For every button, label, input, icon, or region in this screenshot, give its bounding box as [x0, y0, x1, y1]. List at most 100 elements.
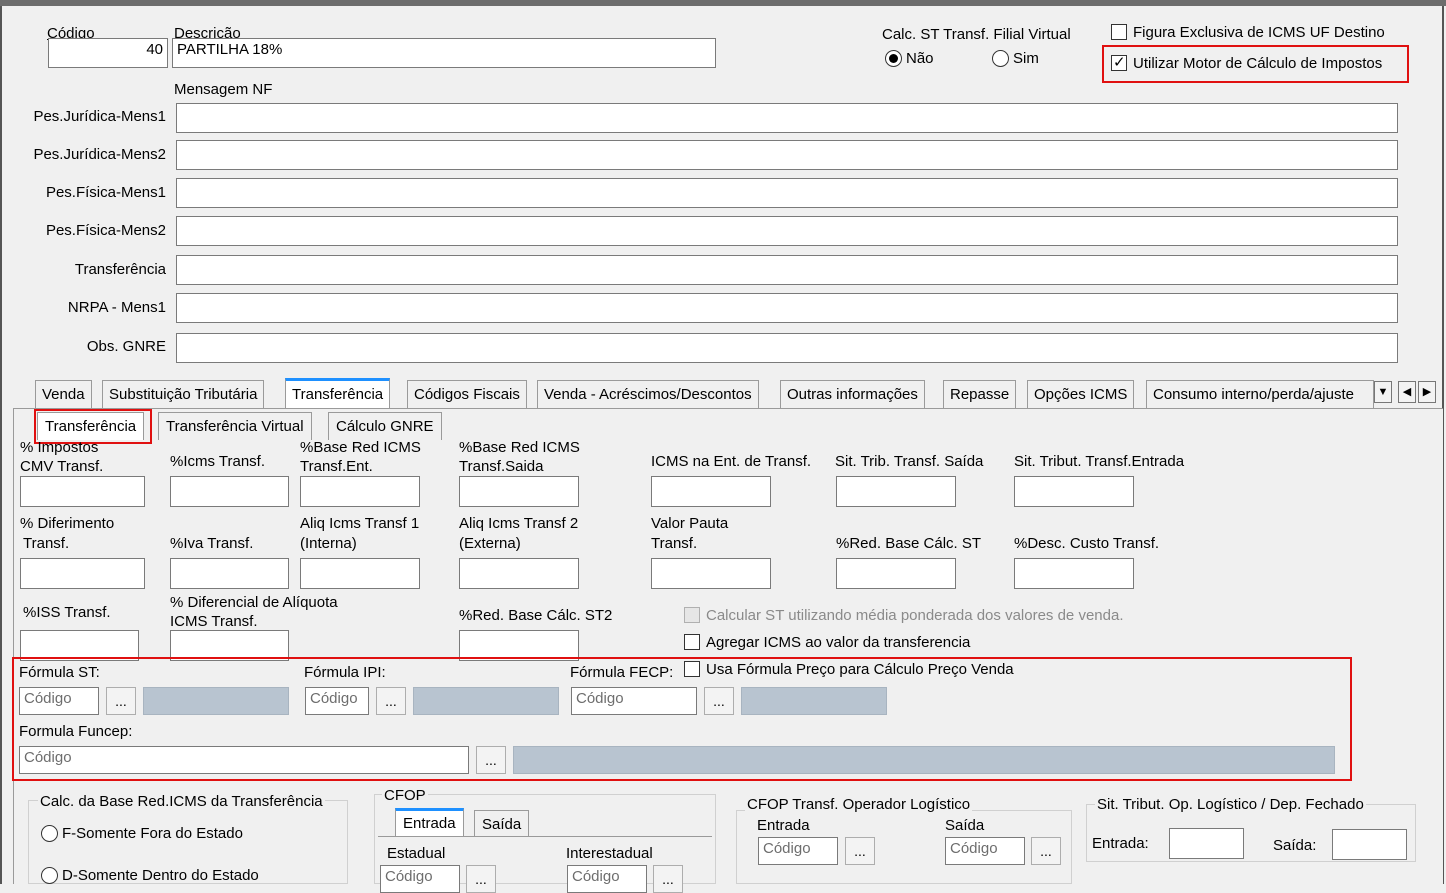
formula-ipi-description [413, 687, 559, 715]
codigo-input[interactable]: 40 [48, 38, 168, 68]
formula-st-lookup-button[interactable]: ... [106, 687, 136, 715]
message-label: Obs. GNRE [86, 338, 166, 355]
valor-pauta-label-2: Transf. [651, 535, 698, 552]
cfop-logistico-saida-lookup-button[interactable]: ... [1031, 837, 1061, 865]
tab-scroll-left-icon[interactable]: ◀ [1398, 381, 1416, 403]
message-input[interactable] [176, 255, 1398, 285]
subtab-transferencia-virtual[interactable]: Transferência Virtual [158, 412, 312, 440]
subtab-calculo-gnre[interactable]: Cálculo GNRE [328, 412, 442, 440]
tab-codigos-fiscais[interactable]: Códigos Fiscais [407, 380, 527, 408]
sit-trib-entrada-label: Sit. Tribut. Transf.Entrada [1014, 453, 1185, 470]
sit-trib-saida-log-label: Saída: [1273, 837, 1317, 854]
figura-exclusiva-checkbox[interactable] [1111, 24, 1127, 40]
formula-funcep-code-input[interactable]: Código [19, 746, 469, 774]
aliq-1-label-2: (Interna) [300, 535, 357, 552]
formula-st-label: Fórmula ST: [19, 664, 100, 681]
tab-outras-informacoes[interactable]: Outras informações [780, 380, 925, 408]
radio-sim[interactable] [992, 50, 1009, 67]
tab-venda-acrescimos[interactable]: Venda - Acréscimos/Descontos [537, 380, 759, 408]
sit-trib-entrada-input[interactable] [1014, 476, 1134, 507]
tab-consumo-interno[interactable]: Consumo interno/perda/ajuste [1146, 380, 1374, 408]
formula-ipi-label: Fórmula IPI: [304, 664, 386, 681]
cfop-title: CFOP [382, 786, 428, 805]
cfop-logistico-saida-label: Saída [945, 817, 985, 834]
base-red-ent-input[interactable] [300, 476, 420, 507]
tab-substituicao-tributaria[interactable]: Substituição Tributária [102, 380, 265, 408]
tab-dropdown-icon[interactable]: ▼ [1374, 381, 1392, 403]
impostos-cmv-label: % Impostos [20, 439, 99, 456]
message-input[interactable] [176, 103, 1398, 133]
formula-ipi-lookup-button[interactable]: ... [376, 687, 406, 715]
red-base-st2-label: %Red. Base Cálc. ST2 [459, 607, 613, 624]
diferimento-input[interactable] [20, 558, 145, 589]
valor-pauta-input[interactable] [651, 558, 771, 589]
cfop-logistico-saida-input[interactable]: Código [945, 837, 1025, 865]
cfop-interestadual-lookup-button[interactable]: ... [653, 865, 683, 893]
radio-nao[interactable] [885, 50, 902, 67]
cfop-tab-saida[interactable]: Saída [474, 810, 530, 836]
formula-ipi-code-input[interactable]: Código [305, 687, 369, 715]
message-input[interactable] [176, 216, 1398, 246]
impostos-cmv-input[interactable] [20, 476, 145, 507]
red-base-st-label: %Red. Base Cálc. ST [836, 535, 982, 552]
cfop-logistico-title: CFOP Transf. Operador Logístico [745, 795, 973, 814]
sit-trib-saida-input[interactable] [836, 476, 956, 507]
formula-fecp-lookup-button[interactable]: ... [704, 687, 734, 715]
calc-st-media-checkbox[interactable] [684, 607, 700, 623]
aliq-2-input[interactable] [459, 558, 579, 589]
formula-fecp-description [741, 687, 887, 715]
cfop-logistico-entrada-lookup-button[interactable]: ... [845, 837, 875, 865]
tab-transferencia[interactable]: Transferência [285, 378, 391, 410]
tab-venda[interactable]: Venda [35, 380, 92, 408]
radio-fora-estado[interactable] [41, 825, 58, 842]
calc-st-media-label: Calcular ST utilizando média ponderada d… [706, 607, 1124, 624]
cfop-estadual-lookup-button[interactable]: ... [466, 865, 496, 893]
figura-exclusiva-label: Figura Exclusiva de ICMS UF Destino [1133, 24, 1385, 41]
sit-trib-saida-label: Sit. Trib. Transf. Saída [835, 453, 984, 470]
formula-st-description [143, 687, 289, 715]
tab-repasse[interactable]: Repasse [943, 380, 1017, 408]
message-input[interactable] [176, 140, 1398, 170]
cfop-logistico-entrada-label: Entrada [757, 817, 810, 834]
base-red-ent-label-2: Transf.Ent. [300, 458, 373, 475]
formula-st-code-input[interactable]: Código [19, 687, 99, 715]
dif-aliq-label: % Diferencial de Alíquota [170, 594, 338, 611]
icms-transf-label: %Icms Transf. [170, 453, 266, 470]
icms-transf-input[interactable] [170, 476, 289, 507]
agregar-icms-label: Agregar ICMS ao valor da transferencia [706, 634, 971, 651]
icms-ent-transf-input[interactable] [651, 476, 771, 507]
message-input[interactable] [176, 333, 1398, 363]
message-label: Pes.Jurídica-Mens1 [33, 108, 166, 125]
base-red-saida-label: %Base Red ICMS [459, 439, 580, 456]
tab-opcoes-icms[interactable]: Opções ICMS [1027, 380, 1135, 408]
desc-custo-input[interactable] [1014, 558, 1134, 589]
red-base-st-input[interactable] [836, 558, 956, 589]
aliq-2-label-2: (Externa) [459, 535, 521, 552]
cfop-logistico-entrada-input[interactable]: Código [758, 837, 838, 865]
message-label: Transferência [74, 261, 166, 278]
radio-dentro-estado[interactable] [41, 867, 58, 884]
desc-custo-label: %Desc. Custo Transf. [1014, 535, 1160, 552]
cfop-interestadual-input[interactable]: Código [567, 865, 647, 893]
base-red-saida-input[interactable] [459, 476, 579, 507]
base-red-saida-label-2: Transf.Saida [459, 458, 544, 475]
descricao-input[interactable]: PARTILHA 18% [172, 38, 716, 68]
message-input[interactable] [176, 293, 1398, 323]
calc-base-title: Calc. da Base Red.ICMS da Transferência [38, 792, 325, 811]
iva-transf-input[interactable] [170, 558, 289, 589]
aliq-1-input[interactable] [300, 558, 420, 589]
cfop-estadual-input[interactable]: Código [380, 865, 460, 893]
formula-funcep-lookup-button[interactable]: ... [476, 746, 506, 774]
iss-transf-label: %ISS Transf. [23, 604, 111, 621]
tab-scroll-right-icon[interactable]: ▶ [1418, 381, 1436, 403]
aliq-1-label: Aliq Icms Transf 1 [300, 515, 420, 532]
message-input[interactable] [176, 178, 1398, 208]
calc-st-label: Calc. ST Transf. Filial Virtual [882, 26, 1071, 43]
sit-trib-saida-log-input[interactable] [1332, 829, 1407, 860]
formula-fecp-code-input[interactable]: Código [571, 687, 697, 715]
message-label: Pes.Jurídica-Mens2 [33, 146, 166, 163]
agregar-icms-checkbox[interactable] [684, 634, 700, 650]
sit-trib-entrada-log-input[interactable] [1169, 828, 1244, 859]
cfop-tab-entrada[interactable]: Entrada [395, 808, 464, 836]
diferimento-label-2: Transf. [23, 535, 70, 552]
